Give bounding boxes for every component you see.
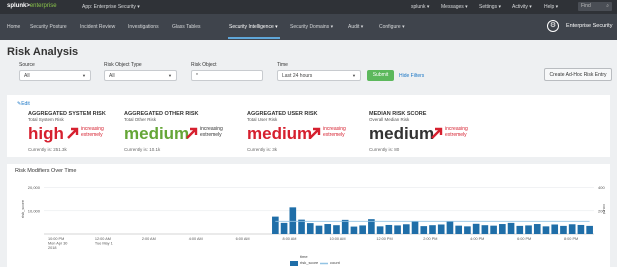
bar-risk-score — [525, 225, 532, 234]
bar-risk-score — [272, 216, 279, 234]
bar-risk-score — [420, 226, 428, 234]
bar-risk-score — [429, 225, 436, 234]
bar-risk-score — [402, 224, 410, 234]
bar-risk-score — [577, 224, 585, 234]
bar-risk-score — [472, 223, 480, 234]
x-tick-label: 2:00 AM — [142, 237, 156, 241]
x-tick-label: 8:00 AM — [283, 237, 297, 241]
bar-risk-score — [437, 224, 445, 234]
bar-risk-score — [499, 224, 506, 234]
x-tick-label: 4:00 PM — [470, 237, 484, 241]
bar-risk-score — [551, 224, 559, 234]
x-tick-label: 12:00 PM — [376, 237, 392, 241]
bar-risk-score — [350, 226, 358, 234]
risk-modifiers-chart: 20,000 40010,000 200risk_score count 10:00 … — [20, 185, 607, 250]
bar-risk-score — [376, 226, 384, 234]
bar-risk-score — [306, 223, 314, 234]
bar-risk-score — [298, 219, 305, 234]
bar-risk-score — [568, 224, 576, 234]
bar-risk-score — [280, 222, 288, 234]
bar-risk-score — [446, 221, 454, 234]
x-axis-label: time — [300, 254, 308, 259]
bar-risk-score — [394, 225, 401, 234]
bar-risk-score — [516, 225, 524, 234]
bar-risk-score — [542, 226, 550, 234]
y-tick-label: 20,000 — [28, 185, 41, 190]
legend-count: count — [330, 260, 340, 265]
bar-risk-score — [533, 224, 541, 234]
y2-axis-label: count — [602, 204, 607, 215]
x-tick-label: 10:00 PM Mon Apr 30 2018 — [48, 237, 67, 250]
x-tick-label: 2:00 PM — [423, 237, 437, 241]
bar-risk-score — [315, 225, 323, 234]
legend-swatch-count — [320, 262, 328, 265]
y-axis-label: risk_score — [20, 199, 25, 218]
bar-risk-score — [289, 207, 297, 234]
bar-risk-score — [560, 225, 567, 234]
bar-risk-score — [507, 222, 515, 234]
x-tick-label: 10:00 AM — [329, 237, 345, 241]
bar-risk-score — [385, 224, 393, 234]
bar-risk-score — [490, 225, 497, 234]
bar-risk-score — [324, 224, 332, 234]
bar-risk-score — [411, 221, 419, 234]
x-tick-label: 12:00 AM Tue May 1 — [95, 237, 113, 246]
legend-swatch-risk-score — [290, 261, 298, 266]
x-tick-label: 6:00 AM — [236, 237, 250, 241]
bar-risk-score — [455, 225, 462, 234]
y2-tick-label: 400 — [598, 185, 605, 190]
bar-risk-score — [341, 219, 349, 234]
bar-risk-score — [481, 225, 489, 234]
bar-risk-score — [464, 226, 471, 234]
y-tick-label: 10,000 — [28, 208, 41, 213]
bar-risk-score — [359, 225, 366, 234]
x-tick-label: 4:00 AM — [189, 237, 203, 241]
x-tick-label: 8:00 PM — [564, 237, 578, 241]
x-tick-label: 6:00 PM — [517, 237, 531, 241]
legend-risk-score: risk_score — [300, 260, 319, 265]
bar-risk-score — [586, 225, 593, 234]
bar-risk-score — [333, 225, 340, 234]
